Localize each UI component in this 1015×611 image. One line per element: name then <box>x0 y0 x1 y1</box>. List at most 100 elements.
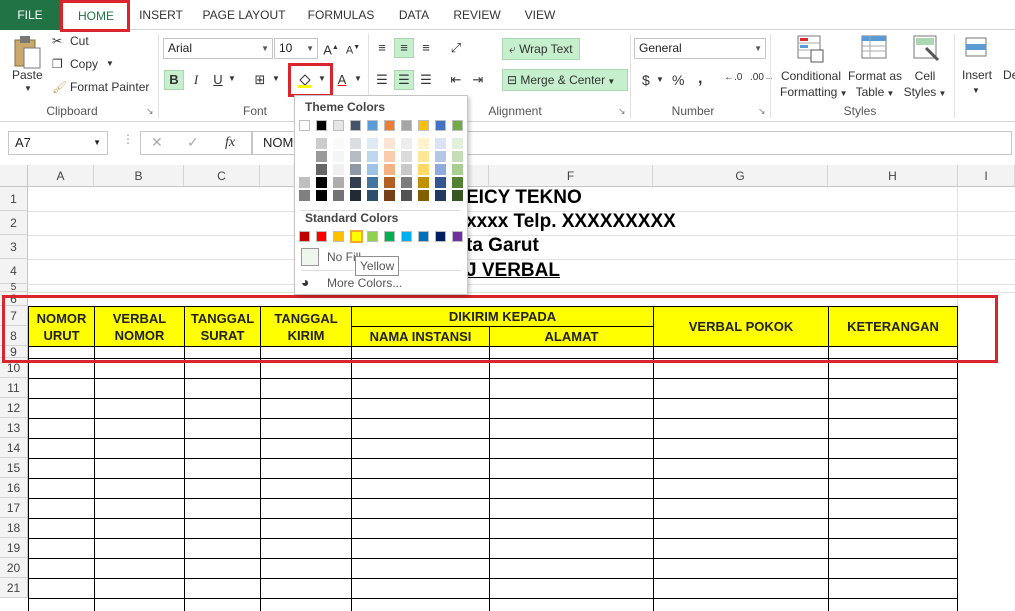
theme-color-shade-swatch[interactable] <box>299 190 310 201</box>
borders-icon[interactable]: ⊞ <box>250 70 270 90</box>
font-name-select[interactable]: Arial ▼ <box>163 38 273 59</box>
theme-color-shade-swatch[interactable] <box>333 177 344 188</box>
theme-color-shade-swatch[interactable] <box>367 151 378 162</box>
theme-color-shade-swatch[interactable] <box>418 151 429 162</box>
row-header[interactable]: 20 <box>0 558 28 578</box>
row-header[interactable]: 13 <box>0 418 28 438</box>
theme-color-shade-swatch[interactable] <box>452 151 463 162</box>
theme-color-shade-swatch[interactable] <box>316 190 327 201</box>
bold-button[interactable]: B <box>164 70 184 90</box>
row-header[interactable]: 21 <box>0 578 28 598</box>
theme-color-swatch[interactable] <box>452 120 463 131</box>
orientation-icon[interactable]: ⤢ <box>446 38 466 58</box>
theme-color-shade-swatch[interactable] <box>435 138 446 149</box>
row-header[interactable]: 18 <box>0 518 28 538</box>
format-as-table-button[interactable]: Format as Table ▼ <box>846 68 904 102</box>
theme-color-swatch[interactable] <box>401 120 412 131</box>
copy-button[interactable]: Copy <box>70 57 98 71</box>
number-format-select[interactable]: General ▼ <box>634 38 766 59</box>
row-header[interactable]: 11 <box>0 378 28 398</box>
theme-color-shade-swatch[interactable] <box>435 164 446 175</box>
theme-color-shade-swatch[interactable] <box>418 138 429 149</box>
tab-formulas[interactable]: FORMULAS <box>302 0 380 30</box>
insert-dropdown-icon[interactable]: ▼ <box>972 86 980 95</box>
insert-cells-button[interactable]: Insert <box>962 68 992 82</box>
currency-dropdown-icon[interactable]: ▼ <box>656 75 664 84</box>
italic-button[interactable]: I <box>186 70 206 90</box>
theme-color-shade-swatch[interactable] <box>384 151 395 162</box>
theme-color-shade-swatch[interactable] <box>435 151 446 162</box>
column-header-c[interactable]: C <box>184 165 260 187</box>
theme-color-shade-swatch[interactable] <box>333 164 344 175</box>
cancel-icon[interactable]: ✕ <box>151 134 163 151</box>
align-left-icon[interactable]: ☰ <box>372 70 392 90</box>
row-header[interactable]: 4 <box>0 259 28 284</box>
align-top-icon[interactable]: ≡ <box>372 38 392 58</box>
theme-color-shade-swatch[interactable] <box>299 164 310 175</box>
clipboard-launcher-icon[interactable]: ↘ <box>146 106 154 117</box>
font-size-select[interactable]: 10 ▼ <box>274 38 318 59</box>
theme-color-shade-swatch[interactable] <box>418 190 429 201</box>
merge-center-button[interactable]: ⊟ Merge & Center ▼ <box>498 69 628 91</box>
theme-color-shade-swatch[interactable] <box>367 190 378 201</box>
theme-color-shade-swatch[interactable] <box>401 138 412 149</box>
theme-color-shade-swatch[interactable] <box>333 138 344 149</box>
theme-color-shade-swatch[interactable] <box>401 177 412 188</box>
chevron-down-icon[interactable]: ▼ <box>93 132 101 154</box>
theme-color-shade-swatch[interactable] <box>316 138 327 149</box>
standard-color-swatch[interactable] <box>333 231 344 242</box>
align-middle-icon[interactable]: ≡ <box>394 38 414 58</box>
standard-color-swatch[interactable] <box>452 231 463 242</box>
select-all-corner[interactable] <box>0 165 28 187</box>
theme-color-shade-swatch[interactable] <box>350 151 361 162</box>
theme-color-shade-swatch[interactable] <box>401 151 412 162</box>
column-header-h[interactable]: H <box>828 165 958 187</box>
theme-color-swatch[interactable] <box>316 120 327 131</box>
theme-color-shade-swatch[interactable] <box>350 138 361 149</box>
cut-button[interactable]: Cut <box>70 34 89 48</box>
theme-color-shade-swatch[interactable] <box>384 190 395 201</box>
font-color-dropdown-icon[interactable]: ▼ <box>354 74 362 83</box>
theme-color-shade-swatch[interactable] <box>333 190 344 201</box>
theme-color-shade-swatch[interactable] <box>435 190 446 201</box>
tab-data[interactable]: DATA <box>392 0 436 30</box>
standard-color-swatch[interactable] <box>401 231 412 242</box>
percent-button[interactable]: % <box>672 72 684 88</box>
enter-icon[interactable]: ✓ <box>187 134 199 151</box>
theme-color-swatch[interactable] <box>367 120 378 131</box>
theme-color-shade-swatch[interactable] <box>452 164 463 175</box>
decrease-indent-icon[interactable]: ⇤ <box>446 70 466 90</box>
theme-color-shade-swatch[interactable] <box>350 190 361 201</box>
currency-button[interactable]: $ <box>642 72 650 88</box>
theme-color-shade-swatch[interactable] <box>367 164 378 175</box>
row-header[interactable]: 2 <box>0 211 28 235</box>
standard-color-swatch[interactable] <box>316 231 327 242</box>
insert-function-icon[interactable]: fx <box>225 135 235 151</box>
tab-page-layout[interactable]: PAGE LAYOUT <box>196 0 292 30</box>
theme-color-swatch[interactable] <box>333 120 344 131</box>
cell-styles-button[interactable]: Cell Styles ▼ <box>902 68 948 102</box>
theme-color-shade-swatch[interactable] <box>316 177 327 188</box>
column-header-a[interactable]: A <box>28 165 94 187</box>
align-center-icon[interactable]: ☰ <box>394 70 414 90</box>
row-header[interactable]: 1 <box>0 187 28 211</box>
more-colors-option[interactable]: More Colors... <box>327 276 402 290</box>
theme-color-shade-swatch[interactable] <box>452 138 463 149</box>
borders-dropdown-icon[interactable]: ▼ <box>272 74 280 83</box>
tab-view[interactable]: VIEW <box>518 0 562 30</box>
theme-color-swatch[interactable] <box>384 120 395 131</box>
tab-review[interactable]: REVIEW <box>448 0 506 30</box>
formula-bar-handle-icon[interactable]: ⋮ <box>122 132 134 146</box>
format-painter-button[interactable]: Format Painter <box>70 80 149 94</box>
underline-button[interactable]: U <box>208 70 228 90</box>
theme-color-swatch[interactable] <box>418 120 429 131</box>
standard-color-swatch[interactable] <box>367 231 378 242</box>
theme-color-shade-swatch[interactable] <box>384 164 395 175</box>
wrap-text-button[interactable]: ⤶ Wrap Text <box>496 38 586 60</box>
row-header[interactable]: 12 <box>0 398 28 418</box>
standard-color-swatch[interactable] <box>384 231 395 242</box>
row-header[interactable]: 14 <box>0 438 28 458</box>
theme-color-shade-swatch[interactable] <box>299 151 310 162</box>
theme-color-shade-swatch[interactable] <box>316 164 327 175</box>
align-bottom-icon[interactable]: ≡ <box>416 38 436 58</box>
